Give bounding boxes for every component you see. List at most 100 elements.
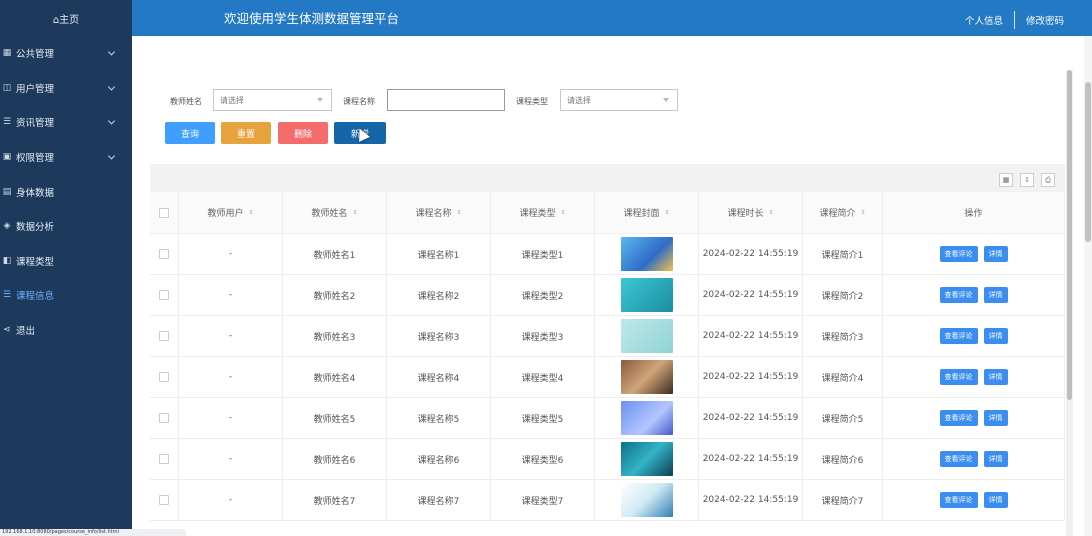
view-comments-button[interactable]: 查看评论 — [939, 492, 978, 508]
cell-actions: 查看评论 详情 — [883, 316, 1065, 356]
row-checkbox[interactable] — [159, 413, 169, 423]
sidebar-item-8[interactable]: ⋖ 退出 — [0, 313, 132, 348]
column-header[interactable]: 课程类型 ⇕ — [491, 192, 595, 233]
home-link[interactable]: ⌂主页 — [0, 0, 132, 36]
sidebar-item-3[interactable]: ▣ 权限管理 — [0, 140, 132, 175]
cell-name: 课程名称6 — [387, 439, 491, 479]
course-cover-image[interactable] — [620, 237, 673, 271]
row-checkbox[interactable] — [159, 249, 169, 259]
sidebar-item-label: 退出 — [16, 326, 36, 338]
cell-intro: 课程简介6 — [803, 439, 883, 479]
table-scroll-thumb[interactable] — [1067, 70, 1072, 400]
sidebar-item-4[interactable]: ▤ 身体数据 — [0, 174, 132, 209]
detail-button[interactable]: 详情 — [983, 287, 1008, 303]
top-header: 欢迎使用学生体测数据管理平台 个人信息 修改密码 — [132, 0, 1092, 36]
view-comments-button[interactable]: 查看评论 — [939, 328, 978, 344]
sort-icon[interactable]: ⇕ — [456, 209, 461, 216]
column-header[interactable]: 课程封面 ⇕ — [595, 192, 699, 233]
cell-type: 课程类型2 — [491, 275, 595, 315]
sort-icon[interactable]: ⇕ — [860, 209, 865, 216]
query-button[interactable]: 查询 — [165, 122, 215, 144]
detail-button[interactable]: 详情 — [983, 328, 1008, 344]
delete-button[interactable]: 删除 — [278, 122, 328, 144]
cell-cover — [595, 316, 699, 356]
detail-button[interactable]: 详情 — [983, 369, 1008, 385]
cell-actions: 查看评论 详情 — [883, 234, 1065, 274]
profile-link[interactable]: 个人信息 — [965, 13, 1003, 27]
course-cover-image[interactable] — [620, 319, 673, 353]
print-icon[interactable]: ⎙ — [1041, 173, 1055, 187]
detail-button[interactable]: 详情 — [983, 410, 1008, 426]
chevron-down-icon — [317, 98, 323, 102]
cell-teacher: 教师姓名6 — [283, 439, 387, 479]
sidebar-item-label: 资讯管理 — [16, 118, 55, 130]
course-name-input[interactable] — [387, 89, 505, 111]
sidebar-item-6[interactable]: ◧ 课程类型 — [0, 244, 132, 279]
cell-type: 课程类型5 — [491, 398, 595, 438]
row-checkbox[interactable] — [159, 495, 169, 505]
row-checkbox[interactable] — [159, 454, 169, 464]
cell-teacher: 教师姓名4 — [283, 357, 387, 397]
detail-button[interactable]: 详情 — [983, 492, 1008, 508]
cell-intro: 课程简介1 — [803, 234, 883, 274]
cell-type: 课程类型6 — [491, 439, 595, 479]
detail-button[interactable]: 详情 — [983, 246, 1008, 262]
column-header[interactable]: 课程名称 ⇕ — [387, 192, 491, 233]
sidebar: ⌂主页 ▦ 公共管理 ◫ 用户管理 ☰ 资讯管理 ▣ 权限管理 ▤ 身体数据 ◈ 数据分析 ◧ 课程类型 ☰… — [0, 0, 132, 536]
column-header-label: 教师用户 — [207, 209, 244, 219]
sidebar-item-2[interactable]: ☰ 资讯管理 — [0, 105, 132, 140]
sidebar-item-5[interactable]: ◈ 数据分析 — [0, 209, 132, 244]
course-cover-image[interactable] — [620, 401, 673, 435]
row-checkbox[interactable] — [159, 290, 169, 300]
cell-duration: 2024-02-22 14:55:19 — [699, 357, 803, 397]
view-comments-button[interactable]: 查看评论 — [939, 410, 978, 426]
cell-name: 课程名称1 — [387, 234, 491, 274]
cell-name: 课程名称3 — [387, 316, 491, 356]
page-scrollbar[interactable] — [1084, 36, 1092, 536]
sort-icon[interactable]: ⇕ — [352, 209, 357, 216]
row-checkbox-cell — [150, 275, 179, 315]
sort-icon[interactable]: ⇕ — [560, 209, 565, 216]
view-comments-button[interactable]: 查看评论 — [939, 246, 978, 262]
sidebar-item-1[interactable]: ◫ 用户管理 — [0, 71, 132, 106]
cell-name: 课程名称4 — [387, 357, 491, 397]
select-all-checkbox[interactable] — [159, 207, 169, 218]
sort-icon[interactable]: ⇕ — [248, 209, 253, 216]
course-cover-image[interactable] — [620, 442, 673, 476]
sort-icon[interactable]: ⇕ — [664, 209, 669, 216]
sort-icon[interactable]: ⇕ — [768, 209, 773, 216]
view-comments-button[interactable]: 查看评论 — [939, 451, 978, 467]
page-scroll-thumb[interactable] — [1085, 82, 1091, 242]
row-checkbox[interactable] — [159, 331, 169, 341]
column-header[interactable]: 课程简介 ⇕ — [803, 192, 883, 233]
grid-icon: ▦ — [2, 48, 12, 59]
column-header[interactable]: 课程时长 ⇕ — [699, 192, 803, 233]
course-type-select[interactable]: 请选择 — [560, 89, 678, 111]
row-checkbox[interactable] — [159, 372, 169, 382]
sidebar-item-0[interactable]: ▦ 公共管理 — [0, 36, 132, 71]
course-cover-image[interactable] — [620, 483, 673, 517]
columns-icon[interactable]: ▦ — [999, 173, 1013, 187]
sidebar-item-7[interactable]: ☰ 课程信息 — [0, 278, 132, 313]
change-password-link[interactable]: 修改密码 — [1026, 13, 1064, 27]
cell-actions: 查看评论 详情 — [883, 439, 1065, 479]
header-divider — [1014, 11, 1015, 29]
teacher-select[interactable]: 请选择 — [213, 89, 332, 111]
reset-button[interactable]: 重置 — [221, 122, 271, 144]
cell-duration: 2024-02-22 14:55:19 — [699, 439, 803, 479]
column-header[interactable]: 教师用户 ⇕ — [179, 192, 283, 233]
cell-name: 课程名称5 — [387, 398, 491, 438]
chevron-down-icon — [107, 117, 116, 126]
column-header[interactable]: 教师姓名 ⇕ — [283, 192, 387, 233]
view-comments-button[interactable]: 查看评论 — [939, 369, 978, 385]
sidebar-item-label: 数据分析 — [16, 222, 55, 234]
detail-button[interactable]: 详情 — [983, 451, 1008, 467]
course-cover-image[interactable] — [620, 278, 673, 312]
column-header-label: 教师姓名 — [311, 209, 348, 219]
table-scrollbar[interactable] — [1066, 70, 1073, 536]
sidebar-item-label: 身体数据 — [16, 187, 55, 199]
export-icon[interactable]: ⇩ — [1020, 173, 1034, 187]
view-comments-button[interactable]: 查看评论 — [939, 287, 978, 303]
cell-user: - — [179, 357, 283, 397]
course-cover-image[interactable] — [620, 360, 673, 394]
